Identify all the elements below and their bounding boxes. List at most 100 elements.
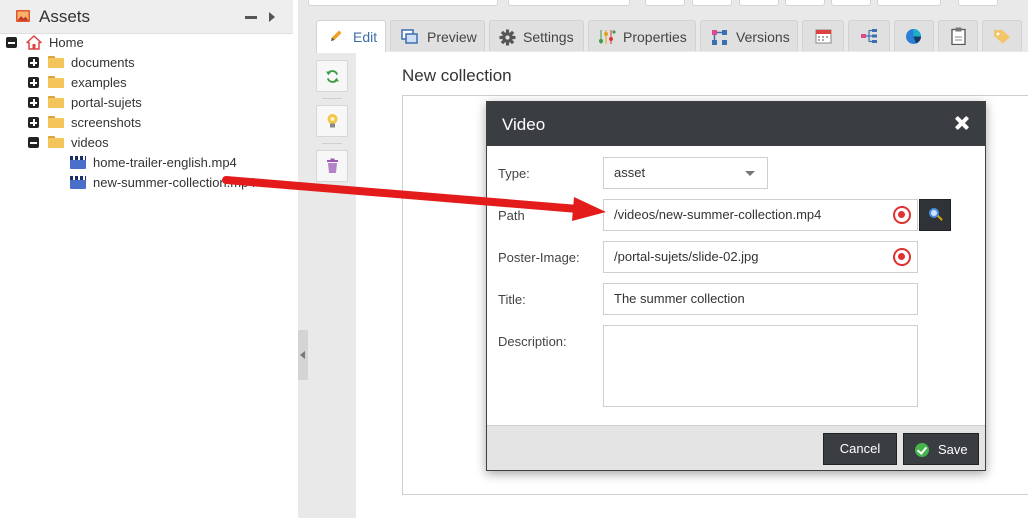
dialog-footer: Cancel Save xyxy=(487,425,985,470)
poster-image-value: /portal-sujets/slide-02.jpg xyxy=(614,249,759,264)
tree-node-label: examples xyxy=(71,75,127,90)
search-icon-handle xyxy=(937,215,943,221)
tab-label: Settings xyxy=(523,29,574,45)
tree-node-screenshots[interactable]: screenshots xyxy=(0,113,290,133)
preview-icon xyxy=(401,29,418,44)
path-input[interactable]: /videos/new-summer-collection.mp4 xyxy=(603,199,918,231)
path-label: Path xyxy=(498,208,525,223)
assets-panel: Assets Home documents examples portal-su… xyxy=(0,0,293,518)
toolbar-button[interactable] xyxy=(958,0,998,6)
type-select[interactable]: asset xyxy=(603,157,768,189)
dependencies-icon xyxy=(861,29,877,43)
title-input[interactable]: The summer collection xyxy=(603,283,918,315)
tab-label: Properties xyxy=(623,29,687,45)
tab-tags[interactable] xyxy=(982,20,1022,51)
tree-node-label: Home xyxy=(49,35,84,50)
tree-node-label: new-summer-collection.mp4 xyxy=(93,175,256,190)
versions-icon xyxy=(712,30,727,45)
tab-label: Edit xyxy=(353,29,378,45)
tab-reports[interactable] xyxy=(894,20,934,51)
toolbar-button[interactable] xyxy=(508,0,630,6)
side-separator xyxy=(322,98,342,99)
home-icon xyxy=(26,35,42,50)
cancel-button[interactable]: Cancel xyxy=(823,433,897,465)
tab-versions[interactable]: Versions xyxy=(700,20,798,51)
tree-node-label: screenshots xyxy=(71,115,142,130)
description-textarea[interactable] xyxy=(603,325,918,407)
title-value: The summer collection xyxy=(614,291,745,306)
folder-icon xyxy=(48,136,64,148)
tree-node-label: videos xyxy=(71,135,109,150)
toolbar-button[interactable] xyxy=(308,0,498,6)
tree-node-videos[interactable]: videos xyxy=(0,133,290,153)
tab-schedule[interactable] xyxy=(802,20,844,51)
open-target-icon[interactable] xyxy=(893,206,911,224)
collapse-toggle-icon[interactable] xyxy=(28,137,39,148)
tree-node-label: home-trailer-english.mp4 xyxy=(93,155,237,170)
type-select-value: asset xyxy=(614,165,646,180)
search-asset-button[interactable] xyxy=(919,199,951,231)
side-separator xyxy=(322,143,342,144)
assets-panel-title: Assets xyxy=(39,7,91,26)
toolbar-button[interactable] xyxy=(739,0,779,6)
toolbar-button[interactable] xyxy=(831,0,871,6)
toolbar-button[interactable] xyxy=(877,0,941,6)
delete-button[interactable] xyxy=(316,150,348,182)
folder-icon xyxy=(48,116,64,128)
toolbar-button[interactable] xyxy=(785,0,825,6)
save-button-label: Save xyxy=(938,442,968,457)
assets-image-icon xyxy=(16,10,30,22)
tree-node-home[interactable]: Home xyxy=(0,33,290,53)
tab-settings[interactable]: Settings xyxy=(489,20,584,51)
type-label: Type: xyxy=(498,166,530,181)
toolbar-button[interactable] xyxy=(692,0,732,6)
tree-node-portal-sujets[interactable]: portal-sujets xyxy=(0,93,290,113)
lightbulb-icon xyxy=(327,114,338,128)
tab-properties[interactable]: Properties xyxy=(588,20,696,51)
tree-node-documents[interactable]: documents xyxy=(0,53,290,73)
save-button[interactable]: Save xyxy=(903,433,979,465)
tree-node-video-file[interactable]: home-trailer-english.mp4 xyxy=(0,153,290,173)
pencil-icon xyxy=(331,30,342,41)
expand-toggle-icon[interactable] xyxy=(28,77,39,88)
tree-node-label: portal-sujets xyxy=(71,95,142,110)
expand-toggle-icon[interactable] xyxy=(28,117,39,128)
check-icon xyxy=(915,443,929,457)
tab-preview[interactable]: Preview xyxy=(390,20,485,51)
calendar-icon xyxy=(815,29,832,44)
video-dialog: Video Type: asset Path /videos/new-summe… xyxy=(486,101,986,471)
expand-panel-icon[interactable] xyxy=(269,12,275,22)
folder-icon xyxy=(48,76,64,88)
tree-node-video-file[interactable]: new-summer-collection.mp4 xyxy=(0,173,290,193)
tab-edit[interactable]: Edit xyxy=(316,20,386,53)
assets-panel-header: Assets xyxy=(0,0,293,34)
poster-image-label: Poster-Image: xyxy=(498,250,580,265)
page-title: New collection xyxy=(402,66,512,85)
tree-node-examples[interactable]: examples xyxy=(0,73,290,93)
description-label: Description: xyxy=(498,334,567,349)
close-icon[interactable] xyxy=(953,114,971,132)
collapse-toggle-icon[interactable] xyxy=(6,37,17,48)
gear-icon xyxy=(499,29,516,46)
tree-node-label: documents xyxy=(71,55,135,70)
tab-label: Versions xyxy=(736,29,790,45)
show-info-button[interactable] xyxy=(316,105,348,137)
collapse-panel-icon[interactable] xyxy=(245,16,257,19)
folder-icon xyxy=(48,56,64,68)
reload-button[interactable] xyxy=(316,60,348,92)
tags-icon xyxy=(994,30,1010,44)
title-label: Title: xyxy=(498,292,526,307)
video-file-icon xyxy=(70,156,86,169)
tab-notes[interactable] xyxy=(938,20,978,51)
dialog-header: Video xyxy=(487,102,985,146)
refresh-icon xyxy=(325,70,340,83)
video-file-icon xyxy=(70,176,86,189)
expand-toggle-icon[interactable] xyxy=(28,97,39,108)
poster-image-input[interactable]: /portal-sujets/slide-02.jpg xyxy=(603,241,918,273)
chevron-down-icon xyxy=(745,171,755,176)
open-target-icon[interactable] xyxy=(893,248,911,266)
tab-dependencies[interactable] xyxy=(848,20,890,51)
panel-splitter-handle[interactable] xyxy=(298,330,308,380)
toolbar-button[interactable] xyxy=(645,0,685,6)
expand-toggle-icon[interactable] xyxy=(28,57,39,68)
